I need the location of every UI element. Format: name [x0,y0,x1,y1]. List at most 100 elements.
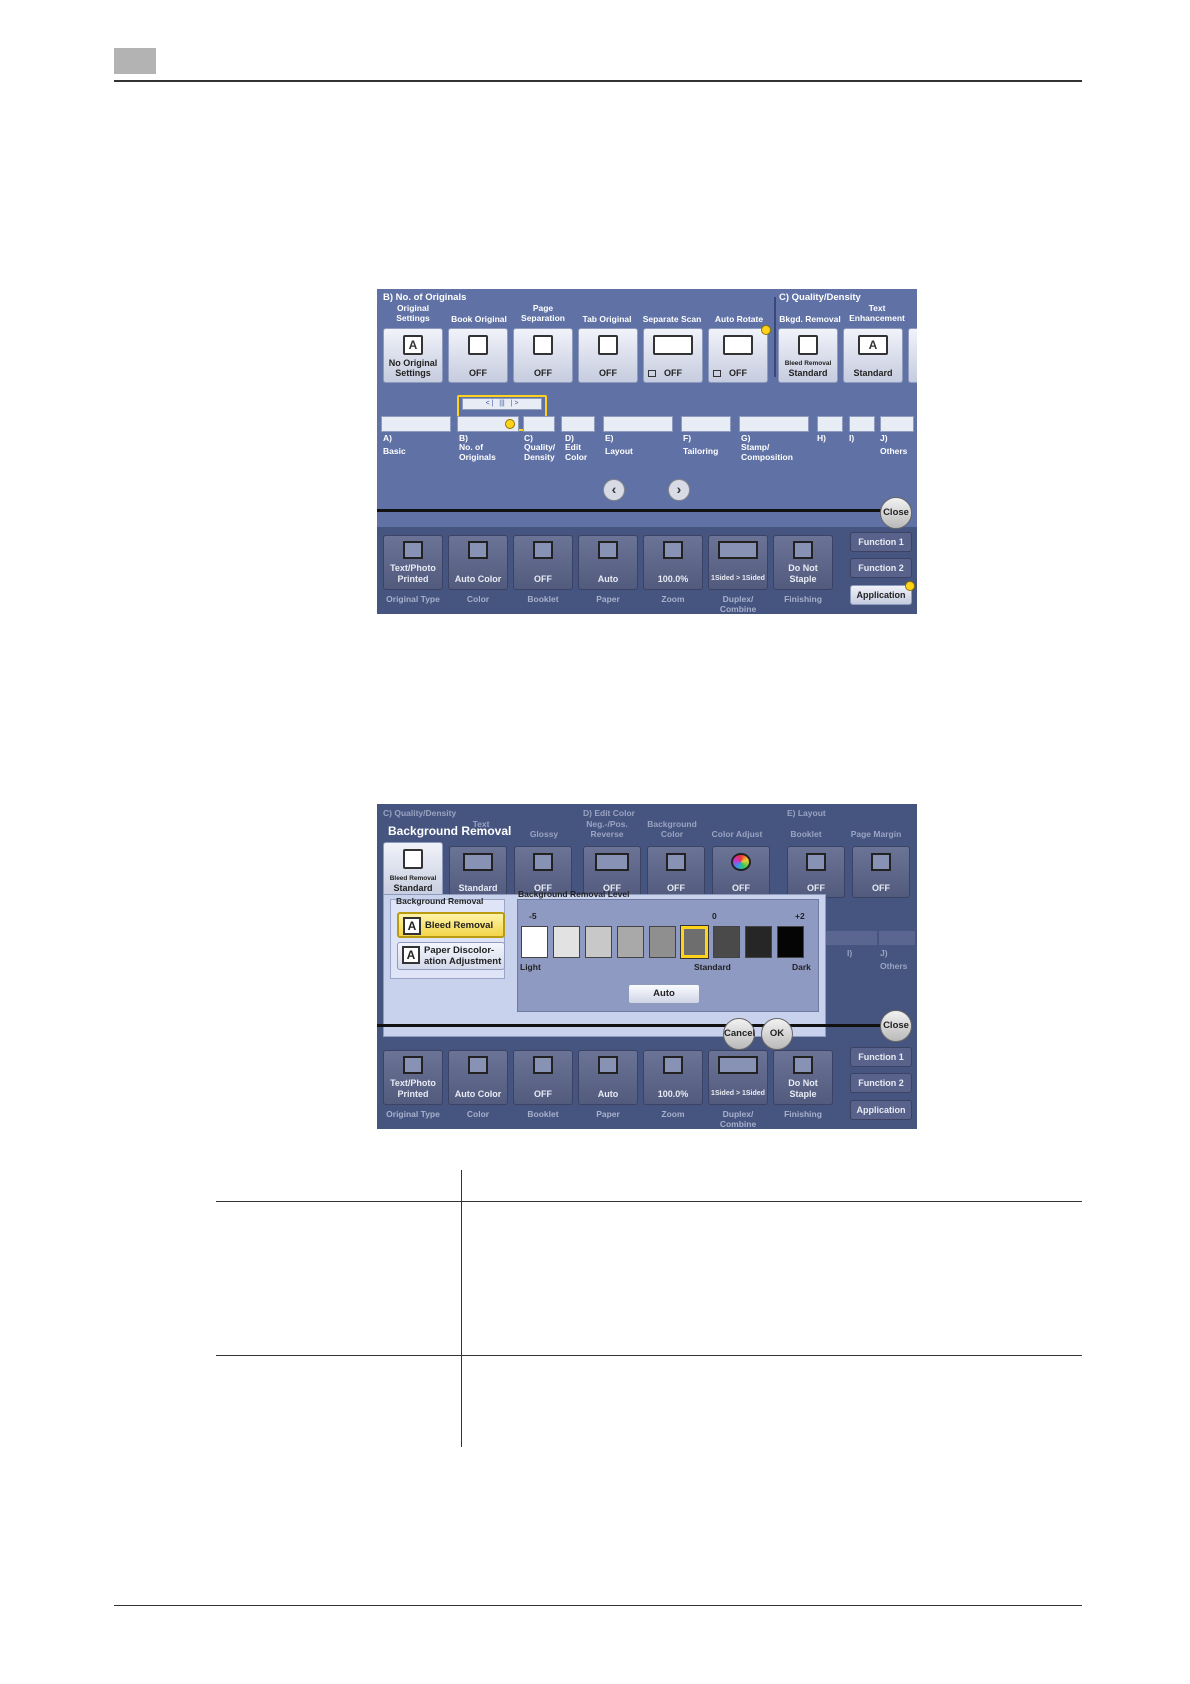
color-button[interactable]: Auto Color [448,535,508,590]
tab-name-b: No. of Originals [459,442,496,462]
caption-zoom: Zoom [661,1109,685,1119]
paper-button[interactable]: Auto [578,1050,638,1105]
level-swatch[interactable] [713,926,740,958]
separate-scan-button[interactable]: OFF [643,328,703,383]
tab-letter-f: F) [683,433,692,443]
tab-e[interactable] [603,416,673,432]
tab-letter-e: E) [605,433,614,443]
original-settings-button[interactable]: A No Original Settings [383,328,443,383]
auto-button[interactable]: Auto [628,984,700,1004]
background-color-button[interactable]: OFF [647,846,705,898]
close-button[interactable]: Close [880,1010,912,1042]
finishing-button[interactable]: Do Not Staple [773,1050,833,1105]
original-type-button[interactable]: Text/Photo Printed [383,1050,443,1105]
tab-i[interactable] [849,416,875,432]
color-adjust-button[interactable]: OFF [712,846,770,898]
close-button[interactable]: Close [880,497,912,529]
bleed-removal-option[interactable]: A Bleed Removal [397,912,505,938]
page-separation-button[interactable]: OFF [513,328,573,383]
tab-j[interactable] [880,416,914,432]
duplex-button[interactable]: 1Sided > 1Sided [708,535,768,590]
book-original-button[interactable]: OFF [448,328,508,383]
booklet-value: OFF [534,573,552,584]
level-swatch[interactable] [617,926,644,958]
section-label-c: C) Quality/Density [383,808,457,818]
caption-book-original: Book Original [451,314,507,324]
caption-color-adjust: Color Adjust [711,829,763,839]
function-2-button[interactable]: Function 2 [850,1073,912,1093]
function-1-button[interactable]: Function 1 [850,1047,912,1067]
level-swatch[interactable] [777,926,804,958]
label-dark: Dark [792,962,811,972]
chevron-left-icon[interactable]: ‹ [603,479,625,501]
tab-a[interactable] [381,416,451,432]
cancel-button[interactable]: Cancel [723,1018,755,1050]
level-swatch[interactable] [553,926,580,958]
document-a-icon: A [403,917,421,935]
finishing-button[interactable]: Do Not Staple [773,535,833,590]
booklet-button[interactable]: OFF [513,1050,573,1105]
auto-rotate-value: OFF [729,368,747,378]
caption-original-type: Original Type [386,1109,440,1119]
caption-zoom: Zoom [661,594,685,604]
paper-value: Auto [597,1088,619,1099]
caption-color: Color [466,594,490,604]
zoom-icon [663,1056,683,1074]
original-type-button[interactable]: Text/Photo Printed [383,535,443,590]
chevron-right-icon[interactable]: › [668,479,690,501]
function-2-button[interactable]: Function 2 [850,558,912,578]
table-column-divider [461,1170,462,1447]
booklet-button[interactable]: OFF [513,535,573,590]
paper-discoloration-option[interactable]: A Paper Discolor- ation Adjustment [397,942,505,970]
bkgd-removal-mode: Bleed Removal [389,875,437,882]
zoom-button[interactable]: 100.0% [643,1050,703,1105]
zoom-button[interactable]: 100.0% [643,535,703,590]
bkgd-removal-button[interactable]: Bleed Removal Standard [383,842,443,898]
level-swatch[interactable] [585,926,612,958]
text-enhancement-button[interactable]: Standard [449,846,507,898]
auto-rotate-button[interactable]: OFF [708,325,771,383]
original-type-icon [403,541,423,559]
paper-button[interactable]: Auto [578,535,638,590]
caption-booklet: Booklet [527,594,559,604]
active-indicator-dot [761,325,771,335]
more-button-partial[interactable] [908,328,917,383]
booklet-button[interactable]: OFF [787,846,845,898]
original-settings-value: No Original Settings [388,358,438,378]
scroll-thumb[interactable]: < | ||| | > [462,398,542,410]
caption-neg-pos-reverse: Neg.-/Pos. Reverse [586,819,628,839]
tab-h[interactable] [817,416,843,432]
bleed-removal-label: Bleed Removal [425,920,494,931]
bkgd-removal-button[interactable]: Bleed Removal Standard [778,328,838,383]
screen-application-no-of-originals: B) No. of Originals C) Quality/Density O… [377,289,917,614]
tab-f[interactable] [681,416,731,432]
paper-discoloration-label: Paper Discolor- ation Adjustment [424,945,502,967]
duplex-button[interactable]: 1Sided > 1Sided [708,1050,768,1105]
caption-background-color: Background Color [647,819,697,839]
application-button[interactable]: Application [850,585,912,605]
level-swatch[interactable] [521,926,548,958]
tab-d[interactable] [561,416,595,432]
background-removal-icon [403,849,423,869]
text-enhancement-button[interactable]: A Standard [843,328,903,383]
tab-name-j: Others [880,961,908,971]
level-swatch[interactable] [649,926,676,958]
caption-paper: Paper [596,1109,620,1119]
tab-original-button[interactable]: OFF [578,328,638,383]
tab-c[interactable] [523,416,555,432]
application-button[interactable]: Application [850,1100,912,1120]
booklet-icon [806,853,826,871]
ok-button[interactable]: OK [761,1018,793,1050]
tab-name-d: Edit Color [565,442,588,462]
caption-auto-rotate: Auto Rotate [714,314,764,324]
tab-g[interactable] [739,416,809,432]
text-enhancement-icon: A [858,335,888,355]
level-swatch[interactable] [680,925,709,959]
header-page-marker [114,48,156,74]
section-label-d: D) Edit Color [583,808,635,818]
page-margin-button[interactable]: OFF [852,846,910,898]
function-1-button[interactable]: Function 1 [850,532,912,552]
level-swatch[interactable] [745,926,772,958]
color-button[interactable]: Auto Color [448,1050,508,1105]
glossy-icon [533,853,553,871]
